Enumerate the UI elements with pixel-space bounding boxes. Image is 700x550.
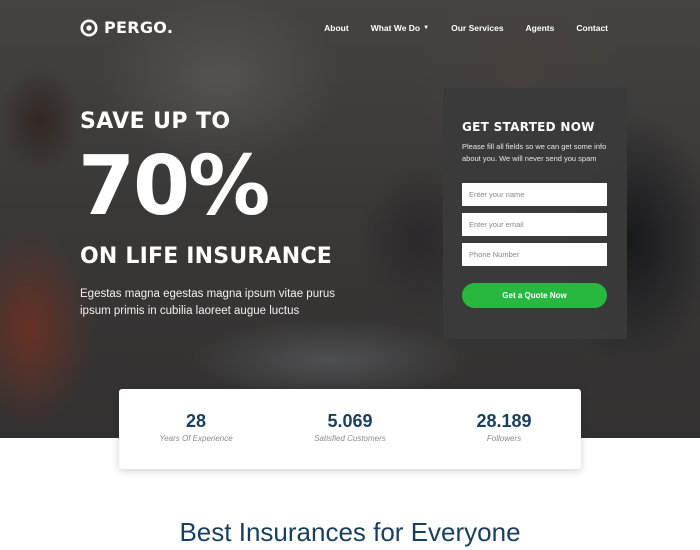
stat-item: 28.189 Followers xyxy=(427,389,581,469)
nav-item-our-services[interactable]: Our Services xyxy=(451,23,503,33)
brand-logo[interactable]: PERGO. xyxy=(80,18,173,37)
nav-item-agents[interactable]: Agents xyxy=(526,23,555,33)
nav-item-about[interactable]: About xyxy=(324,23,349,33)
brand-name: PERGO. xyxy=(104,18,174,37)
stat-item: 28 Years Of Experience xyxy=(119,389,273,469)
hero-subtitle: Egestas magna egestas magna ipsum vitae … xyxy=(80,288,336,317)
nav-item-label: Our Services xyxy=(451,23,504,33)
stat-value: 28 xyxy=(185,411,207,431)
get-quote-button[interactable]: Get a Quote Now xyxy=(462,283,607,308)
stat-item: 5.069 Satisfied Customers xyxy=(273,389,427,469)
stats-card: 28 Years Of Experience 5.069 Satisfied C… xyxy=(119,389,581,469)
stat-value: 28.189 xyxy=(476,411,532,431)
section-title: Best Insurances for Everyone xyxy=(179,517,521,547)
hero-section: PERGO. About What We Do ▼ Our Services Ag… xyxy=(0,0,700,438)
stat-label: Followers xyxy=(486,434,522,443)
hero-headline-bottom: ON LIFE INSURANCE xyxy=(80,244,332,269)
name-field[interactable] xyxy=(462,183,607,206)
stat-value: 5.069 xyxy=(327,411,373,431)
stat-label: Years Of Experience xyxy=(159,434,233,443)
nav-item-label: Contact xyxy=(576,23,608,33)
nav-item-label: Agents xyxy=(525,23,555,33)
phone-field[interactable] xyxy=(462,243,607,266)
hero-headline-top: SAVE UP TO xyxy=(80,109,231,134)
nav-item-what-we-do[interactable]: What We Do ▼ xyxy=(371,23,429,33)
form-title: GET STARTED NOW xyxy=(462,120,595,134)
nav-item-label: About xyxy=(324,23,349,33)
email-field[interactable] xyxy=(462,213,607,236)
nav-item-label: What We Do xyxy=(370,23,421,33)
chevron-down-icon: ▼ xyxy=(423,25,430,31)
quote-form: GET STARTED NOW Please fill all fields s… xyxy=(443,88,627,339)
main-nav: About What We Do ▼ Our Services Agents Co… xyxy=(324,23,608,33)
nav-item-contact[interactable]: Contact xyxy=(576,23,608,33)
hero-headline-percent: 70% xyxy=(78,139,270,234)
form-description: Please fill all fields so we can get som… xyxy=(462,142,607,163)
stat-label: Satisfied Customers xyxy=(314,434,386,443)
pergo-circle-logo-icon xyxy=(80,18,98,37)
